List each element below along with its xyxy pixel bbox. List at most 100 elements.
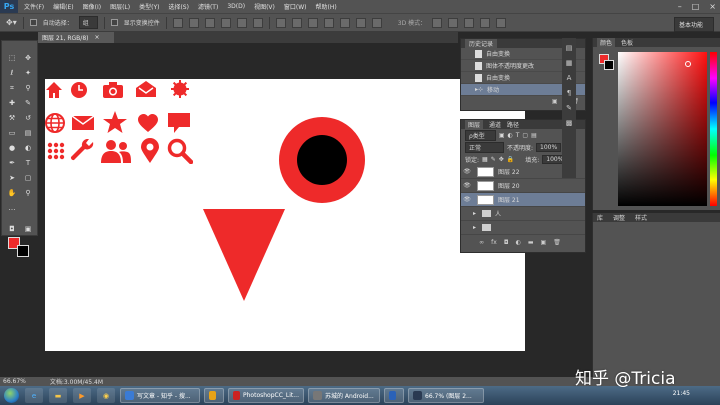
visibility-eye-icon[interactable]: 👁	[461, 196, 473, 203]
more-tools-icon[interactable]: …	[6, 203, 18, 213]
link-layers-icon[interactable]: ∞	[479, 239, 484, 246]
tab-libraries[interactable]: 库	[597, 213, 603, 222]
close-button[interactable]: ×	[709, 2, 716, 11]
properties-panel-icon[interactable]: ▦	[564, 59, 574, 68]
taskbar-task[interactable]: 66.7% (图层 2...	[408, 388, 484, 403]
align-top-icon[interactable]	[172, 17, 183, 28]
tab-channels[interactable]: 通道	[489, 120, 501, 129]
eyedropper-tool-icon[interactable]: ⚲	[22, 83, 34, 93]
expand-arrow-icon[interactable]: ▸	[473, 224, 476, 231]
kind-filter-dropdown[interactable]: ρ类型	[465, 129, 496, 141]
color-field[interactable]	[618, 52, 707, 206]
menu-window[interactable]: 窗口(W)	[284, 2, 307, 11]
fx-icon[interactable]: fx	[491, 239, 497, 246]
minimize-button[interactable]: –	[678, 2, 682, 11]
lock-all-icon[interactable]: 🔒	[507, 156, 514, 163]
eraser-tool-icon[interactable]: ▭	[6, 128, 18, 138]
new-layer-icon[interactable]: ▣	[541, 239, 547, 246]
filter-type-icon[interactable]: T	[516, 132, 520, 139]
align-left-icon[interactable]	[220, 17, 231, 28]
auto-select-checkbox[interactable]	[29, 19, 37, 26]
zoom-level[interactable]: 66.67%	[3, 378, 26, 385]
ring-shape[interactable]	[277, 115, 367, 205]
folder-icon[interactable]: ▬	[49, 388, 67, 403]
taskbar-task[interactable]	[384, 388, 404, 403]
quick-mask-icon[interactable]: ◘	[6, 224, 18, 234]
filter-shape-icon[interactable]: ▢	[522, 132, 528, 139]
document-tab[interactable]: 图层 21, RGB/8) ×	[38, 32, 114, 43]
auto-align-icon[interactable]	[371, 17, 382, 28]
menu-select[interactable]: 选择(S)	[168, 2, 189, 11]
align-bottom-icon[interactable]	[204, 17, 215, 28]
filter-smart-icon[interactable]: ▤	[531, 132, 537, 139]
dodge-tool-icon[interactable]: ◐	[22, 143, 34, 153]
orbit-3d-icon[interactable]	[432, 17, 443, 28]
align-right-icon[interactable]	[252, 17, 263, 28]
taskbar-task[interactable]: 苏城的 Android...	[308, 388, 380, 403]
hue-slider[interactable]	[710, 52, 717, 206]
menu-view[interactable]: 视图(V)	[254, 2, 275, 11]
pan-3d-icon[interactable]	[464, 17, 475, 28]
taskbar-task[interactable]: PhotoshopCC_Lit...	[228, 388, 304, 403]
swatches-panel-icon[interactable]: ▩	[564, 119, 574, 128]
filter-adjust-icon[interactable]: ◐	[507, 132, 512, 139]
auto-select-dropdown[interactable]: 组	[78, 16, 98, 29]
marquee-tool-icon[interactable]: ⬚	[6, 53, 18, 63]
lock-brush-icon[interactable]: ✎	[491, 156, 496, 163]
document-canvas[interactable]	[45, 79, 525, 351]
tab-history[interactable]: 历史记录	[465, 39, 498, 48]
crop-tool-icon[interactable]: ⌗	[6, 83, 18, 93]
taskbar-task[interactable]	[204, 388, 224, 403]
align-center-icon[interactable]	[236, 17, 247, 28]
layer-row[interactable]: 👁 图层 20	[461, 179, 585, 193]
align-middle-icon[interactable]	[188, 17, 199, 28]
menu-help[interactable]: 帮助(H)	[316, 2, 337, 11]
distribute-right-icon[interactable]	[355, 17, 366, 28]
blur-tool-icon[interactable]: ●	[6, 143, 18, 153]
opacity-field[interactable]: 100%	[536, 142, 562, 152]
screen-mode-icon[interactable]: ▣	[22, 224, 34, 234]
brush-panel-icon[interactable]: ✎	[564, 104, 574, 113]
move-tool-icon[interactable]: ✥	[22, 53, 34, 63]
clone-stamp-tool-icon[interactable]: ⚒	[6, 113, 18, 123]
magic-wand-tool-icon[interactable]: ✦	[22, 68, 34, 78]
start-button[interactable]	[0, 386, 22, 405]
hand-tool-icon[interactable]: ✋	[6, 188, 18, 198]
visibility-eye-icon[interactable]: 👁	[461, 168, 473, 175]
shape-tool-icon[interactable]: ▢	[22, 173, 34, 183]
workspace-dropdown[interactable]: 基本功能	[673, 17, 714, 32]
distribute-bottom-icon[interactable]	[307, 17, 318, 28]
layer-row-selected[interactable]: 👁 图层 21	[461, 193, 585, 207]
taskbar-task[interactable]: 写文章 - 知乎 - 搜...	[120, 388, 200, 403]
distribute-left-icon[interactable]	[323, 17, 334, 28]
menu-edit[interactable]: 编辑(E)	[53, 2, 73, 11]
distribute-middle-icon[interactable]	[291, 17, 302, 28]
background-color-swatch[interactable]	[604, 60, 614, 70]
scale-3d-icon[interactable]	[496, 17, 507, 28]
menu-file[interactable]: 文件(F)	[24, 2, 44, 11]
ie-icon[interactable]: e	[25, 388, 43, 403]
lock-pixels-icon[interactable]: ▦	[482, 156, 488, 163]
new-group-icon[interactable]: ▬	[528, 239, 534, 246]
menu-filter[interactable]: 滤镜(T)	[198, 2, 218, 11]
expand-arrow-icon[interactable]: ▸	[473, 210, 476, 217]
pen-tool-icon[interactable]: ✒	[6, 158, 18, 168]
tab-swatches[interactable]: 色板	[621, 38, 633, 47]
distribute-top-icon[interactable]	[275, 17, 286, 28]
triangle-shape[interactable]	[203, 209, 285, 301]
lasso-tool-icon[interactable]: ℓ	[6, 68, 18, 78]
menu-image[interactable]: 图像(I)	[83, 2, 101, 11]
taskbar-clock[interactable]: 21:45	[673, 390, 690, 397]
tab-paths[interactable]: 路径	[507, 120, 519, 129]
distribute-center-icon[interactable]	[339, 17, 350, 28]
background-color-swatch[interactable]	[17, 245, 29, 257]
trash-icon[interactable]: 🗑	[553, 239, 561, 246]
history-brush-tool-icon[interactable]: ↺	[22, 113, 34, 123]
lock-position-icon[interactable]: ✥	[499, 156, 504, 163]
tab-layers[interactable]: 图层	[465, 120, 484, 129]
blend-mode-dropdown[interactable]: 正常	[465, 141, 505, 153]
filter-pixel-icon[interactable]: ▣	[499, 132, 505, 139]
layer-group-row[interactable]: ▸	[461, 221, 585, 235]
color-picker-marker[interactable]	[685, 61, 691, 67]
browser-icon[interactable]: ◉	[97, 388, 115, 403]
